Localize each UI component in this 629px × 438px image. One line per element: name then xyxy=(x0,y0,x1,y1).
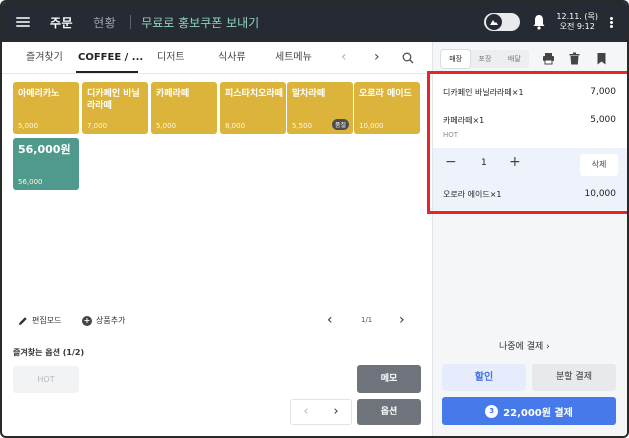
product-price: 56,000 xyxy=(18,178,43,186)
split-payment-button[interactable]: 분할 결제 xyxy=(532,364,616,391)
order-item-option: HOT xyxy=(443,131,459,139)
option-prev-arrow[interactable]: ‹ xyxy=(291,400,321,424)
bookmark-icon[interactable] xyxy=(595,52,608,65)
pay-button[interactable]: 3 22,000원 결제 xyxy=(442,397,616,425)
order-item[interactable]: 디카페인 바닐라라떼×1 7,000 xyxy=(443,87,616,98)
option-hot-button[interactable]: HOT xyxy=(13,366,79,393)
product-name: 오로라 에이드 xyxy=(359,89,412,99)
page-prev-arrow[interactable]: ‹ xyxy=(327,312,333,328)
quantity-value: 1 xyxy=(481,158,487,168)
order-item-amount: 7,000 xyxy=(590,87,616,97)
tab-category-meal[interactable]: 식사류 xyxy=(218,42,246,73)
pay-later-label: 나중에 결제 xyxy=(499,342,544,352)
datetime: 12.11. (목) 오전 9:12 xyxy=(556,12,598,32)
add-product-button[interactable]: + 상품추가 xyxy=(82,315,125,326)
product-tile[interactable]: 오로라 에이드 10,000 xyxy=(354,82,420,134)
trash-icon[interactable] xyxy=(568,52,581,65)
product-price: 8,000 xyxy=(225,122,246,130)
order-list: 디카페인 바닐라라떼×1 7,000 카페라떼×1 5,000 HOT − 1 … xyxy=(433,72,627,210)
top-bar: 주문 현황 무료로 홍보쿠폰 보내기 12.11. (목) 오전 9:12 xyxy=(2,2,627,42)
item-count-badge: 3 xyxy=(485,404,499,418)
product-tile[interactable]: 카페라떼 5,000 xyxy=(151,82,217,134)
category-next-arrow[interactable]: › xyxy=(374,42,380,73)
printer-icon[interactable] xyxy=(542,52,555,65)
plus-icon: + xyxy=(82,315,92,326)
product-tile[interactable]: 피스타치오라떼 8,000 xyxy=(220,82,286,134)
category-tabs: 즐겨찾기 COFFEE / ... 디저트 식사류 세트메뉴 ‹ › xyxy=(2,42,429,74)
edit-mode-label: 편집모드 xyxy=(32,316,62,325)
order-item-amount: 10,000 xyxy=(584,189,617,199)
product-price: 7,000 xyxy=(87,122,108,130)
product-name: 카페라떼 xyxy=(156,89,190,99)
mode-toggle[interactable] xyxy=(484,13,521,31)
category-prev-arrow[interactable]: ‹ xyxy=(341,42,347,73)
order-item[interactable]: 카페라떼×1 5,000 xyxy=(443,115,616,126)
mountain-icon xyxy=(490,20,499,25)
date-text: 12.11. (목) xyxy=(556,12,598,21)
discount-button[interactable]: 할인 xyxy=(442,364,526,391)
pencil-icon xyxy=(19,316,27,325)
page-next-arrow[interactable]: › xyxy=(399,312,405,328)
product-price: 5,000 xyxy=(156,122,177,130)
quantity-minus-button[interactable]: − xyxy=(445,154,457,170)
order-type-delivery[interactable]: 배달 xyxy=(500,50,529,68)
memo-button[interactable]: 메모 xyxy=(357,365,421,393)
product-price: 5,000 xyxy=(18,122,39,130)
order-item-name: 오로라 에이드×1 xyxy=(443,190,502,199)
topbar-right: 12.11. (목) 오전 9:12 xyxy=(484,2,613,42)
add-product-label: 상품추가 xyxy=(96,316,126,325)
search-icon[interactable] xyxy=(402,52,414,64)
product-name: 아메리카노 xyxy=(18,89,60,99)
bell-icon[interactable] xyxy=(532,14,546,30)
chevron-right-icon: › xyxy=(546,342,550,352)
product-price: 10,000 xyxy=(359,122,384,130)
product-tile[interactable]: 말차라떼 5,500 품절 xyxy=(287,82,353,134)
delete-item-button[interactable]: 삭제 xyxy=(580,154,618,176)
pay-button-label: 22,000원 결제 xyxy=(503,407,573,419)
product-name: 말차라떼 xyxy=(292,89,326,99)
quantity-plus-button[interactable]: + xyxy=(509,154,521,170)
product-name: 56,000원 xyxy=(18,143,71,156)
tab-status[interactable]: 현황 xyxy=(93,14,116,31)
edit-mode-button[interactable]: 편집모드 xyxy=(18,315,61,326)
order-type-takeout[interactable]: 포장 xyxy=(470,50,499,68)
option-nav: ‹ › xyxy=(290,399,352,425)
tab-category-set-menu[interactable]: 세트메뉴 xyxy=(275,42,312,73)
pay-later-button[interactable]: 나중에 결제 › xyxy=(499,339,550,352)
tab-category-coffee[interactable]: COFFEE / ... xyxy=(78,42,143,73)
order-item-name: 디카페인 바닐라라떼×1 xyxy=(443,88,524,97)
time-text: 오전 9:12 xyxy=(559,22,595,31)
option-button[interactable]: 옵션 xyxy=(357,399,421,425)
tab-category-dessert[interactable]: 디저트 xyxy=(157,42,185,73)
tab-category-favorites[interactable]: 즐겨찾기 xyxy=(26,42,63,73)
active-tab-underline xyxy=(76,71,138,73)
more-options-icon[interactable] xyxy=(610,16,613,28)
favorite-options-title: 즐겨찾는 옵션 (1/2) xyxy=(13,348,85,357)
product-tile[interactable]: 56,000원 56,000 xyxy=(13,138,79,190)
product-name: 디카페인 바닐라라떼 xyxy=(87,89,140,111)
order-type-dine-in[interactable]: 매장 xyxy=(441,50,471,68)
order-item-amount: 5,000 xyxy=(590,115,616,125)
order-item-name: 카페라떼×1 xyxy=(443,116,485,125)
product-tile[interactable]: 디카페인 바닐라라떼 7,000 xyxy=(82,82,148,134)
topbar-divider xyxy=(130,15,132,29)
sold-out-badge: 품절 xyxy=(331,119,349,130)
mode-toggle-knob xyxy=(486,14,503,30)
page-indicator: 1/1 xyxy=(361,316,373,324)
hamburger-menu-icon[interactable] xyxy=(16,17,30,27)
product-price: 5,500 xyxy=(292,122,313,130)
option-next-arrow[interactable]: › xyxy=(321,400,351,424)
order-type-segment: 매장 포장 배달 xyxy=(441,50,529,68)
pos-screen: 주문 현황 무료로 홍보쿠폰 보내기 12.11. (목) 오전 9:12 즐겨… xyxy=(0,0,629,438)
tab-order[interactable]: 주문 xyxy=(50,14,73,31)
order-item[interactable]: 오로라 에이드×1 10,000 xyxy=(443,189,616,200)
promo-coupon-link[interactable]: 무료로 홍보쿠폰 보내기 xyxy=(141,14,259,31)
product-tile[interactable]: 아메리카노 5,000 xyxy=(13,82,79,134)
product-name: 피스타치오라떼 xyxy=(225,89,283,99)
